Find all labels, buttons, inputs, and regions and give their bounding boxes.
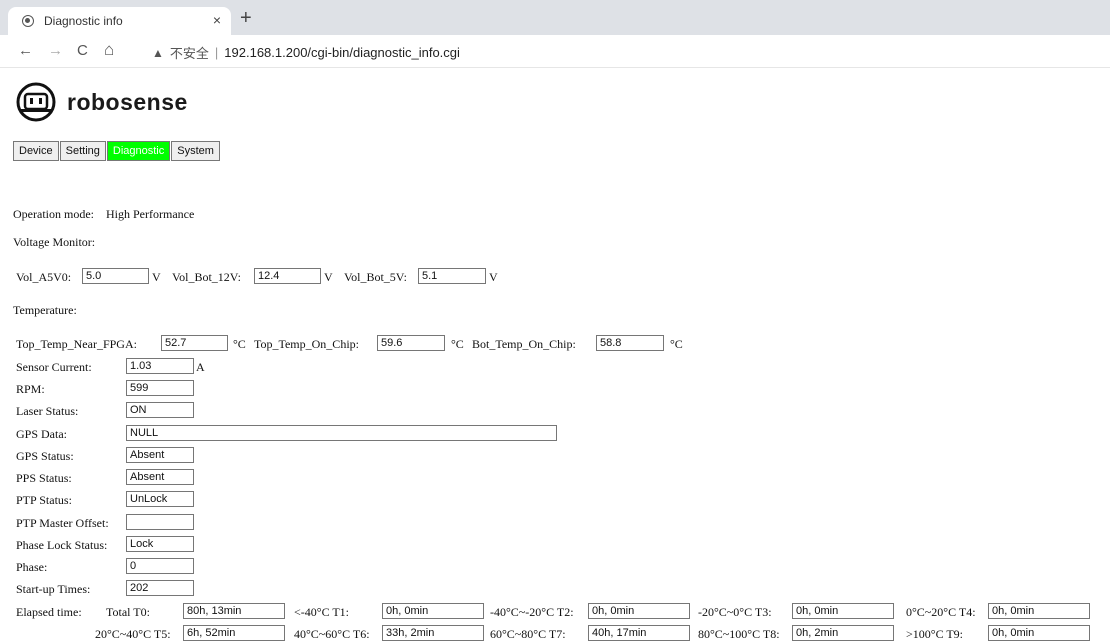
t0-label: Total T0: bbox=[106, 605, 150, 619]
t9-field[interactable]: 0h, 0min bbox=[988, 625, 1090, 641]
home-icon[interactable]: ⌂ bbox=[104, 40, 114, 60]
temp-near-fpga-label: Top_Temp_Near_FPGA: bbox=[16, 337, 137, 351]
temp-near-fpga-field[interactable]: 52.7 bbox=[161, 335, 228, 351]
sensor-current-field[interactable]: 1.03 bbox=[126, 358, 194, 374]
temp-top-chip-field[interactable]: 59.6 bbox=[377, 335, 445, 351]
t0-field[interactable]: 80h, 13min bbox=[183, 603, 285, 619]
browser-tab-bar: Diagnostic info × + bbox=[0, 0, 1110, 35]
robot-face-icon bbox=[16, 82, 56, 122]
t2-field[interactable]: 0h, 0min bbox=[588, 603, 690, 619]
tab-system[interactable]: System bbox=[171, 141, 220, 161]
operation-mode-value: High Performance bbox=[106, 207, 195, 221]
gps-data-field[interactable]: NULL bbox=[126, 425, 557, 441]
rpm-field[interactable]: 599 bbox=[126, 380, 194, 396]
t6-field[interactable]: 33h, 2min bbox=[382, 625, 484, 641]
pps-status-field[interactable]: Absent bbox=[126, 469, 194, 485]
t3-field[interactable]: 0h, 0min bbox=[792, 603, 894, 619]
temp-bot-chip-unit: °C bbox=[670, 337, 683, 351]
t6-label: 40°C~60°C T6: bbox=[294, 627, 370, 641]
phase-label: Phase: bbox=[16, 560, 48, 574]
t3-label: -20°C~0°C T3: bbox=[698, 605, 772, 619]
ptp-master-offset-field[interactable] bbox=[126, 514, 194, 530]
t1-field[interactable]: 0h, 0min bbox=[382, 603, 484, 619]
tab-title: Diagnostic info bbox=[44, 14, 123, 28]
temp-bot-chip-label: Bot_Temp_On_Chip: bbox=[472, 337, 576, 351]
gps-data-label: GPS Data: bbox=[16, 427, 67, 441]
t1-label: <-40°C T1: bbox=[294, 605, 350, 619]
vol-a5v0-field[interactable]: 5.0 bbox=[82, 268, 149, 284]
vol-bot12-label: Vol_Bot_12V: bbox=[172, 270, 241, 284]
new-tab-icon[interactable]: + bbox=[240, 7, 252, 30]
url-separator: | bbox=[214, 45, 219, 60]
vol-bot12-unit: V bbox=[324, 270, 333, 284]
laser-status-field[interactable]: ON bbox=[126, 402, 194, 418]
temperature-title: Temperature: bbox=[13, 303, 77, 317]
vol-bot5-label: Vol_Bot_5V: bbox=[344, 270, 407, 284]
t9-label: >100°C T9: bbox=[906, 627, 964, 641]
vol-a5v0-label: Vol_A5V0: bbox=[16, 270, 72, 284]
ptp-status-label: PTP Status: bbox=[16, 493, 72, 507]
gps-status-field[interactable]: Absent bbox=[126, 447, 194, 463]
laser-status-label: Laser Status: bbox=[16, 404, 79, 418]
elapsed-time-title: Elapsed time: bbox=[16, 605, 82, 619]
reload-icon[interactable]: C bbox=[77, 42, 88, 59]
sensor-current-unit: A bbox=[196, 360, 205, 374]
close-tab-icon[interactable]: × bbox=[213, 12, 221, 28]
temp-bot-chip-field[interactable]: 58.8 bbox=[596, 335, 664, 351]
url-field[interactable]: ▲ 不安全 | 192.168.1.200/cgi-bin/diagnostic… bbox=[152, 43, 460, 62]
t7-label: 60°C~80°C T7: bbox=[490, 627, 566, 641]
vol-bot12-field[interactable]: 12.4 bbox=[254, 268, 321, 284]
rpm-label: RPM: bbox=[16, 382, 45, 396]
phase-lock-status-field[interactable]: Lock bbox=[126, 536, 194, 552]
startup-times-label: Start-up Times: bbox=[16, 582, 91, 596]
temp-near-fpga-unit: °C bbox=[233, 337, 246, 351]
t4-label: 0°C~20°C T4: bbox=[906, 605, 976, 619]
voltage-monitor-title: Voltage Monitor: bbox=[13, 235, 96, 249]
tab-device[interactable]: Device bbox=[13, 141, 59, 161]
t8-label: 80°C~100°C T8: bbox=[698, 627, 780, 641]
url-text: 192.168.1.200/cgi-bin/diagnostic_info.cg… bbox=[224, 45, 460, 60]
temp-top-chip-label: Top_Temp_On_Chip: bbox=[254, 337, 359, 351]
gps-status-label: GPS Status: bbox=[16, 449, 74, 463]
forward-icon[interactable]: → bbox=[48, 42, 63, 59]
ptp-master-offset-label: PTP Master Offset: bbox=[16, 516, 109, 530]
sensor-current-label: Sensor Current: bbox=[16, 360, 92, 374]
robosense-logo: robosense bbox=[13, 82, 188, 122]
tab-diagnostic[interactable]: Diagnostic bbox=[106, 141, 171, 161]
warning-icon: ▲ bbox=[152, 45, 164, 60]
t5-field[interactable]: 6h, 52min bbox=[183, 625, 285, 641]
tab-setting[interactable]: Setting bbox=[59, 141, 106, 161]
t5-label: 20°C~40°C T5: bbox=[95, 627, 171, 641]
back-icon[interactable]: ← bbox=[18, 42, 33, 59]
startup-times-field[interactable]: 202 bbox=[126, 580, 194, 596]
vol-bot5-unit: V bbox=[489, 270, 498, 284]
t8-field[interactable]: 0h, 2min bbox=[792, 625, 894, 641]
address-bar-row: ← → C ⌂ ▲ 不安全 | 192.168.1.200/cgi-bin/di… bbox=[0, 35, 1110, 68]
temp-top-chip-unit: °C bbox=[451, 337, 464, 351]
t4-field[interactable]: 0h, 0min bbox=[988, 603, 1090, 619]
browser-tab[interactable]: Diagnostic info × bbox=[8, 7, 231, 35]
phase-lock-status-label: Phase Lock Status: bbox=[16, 538, 108, 552]
t2-label: -40°C~-20°C T2: bbox=[490, 605, 574, 619]
logo-text: robosense bbox=[67, 88, 188, 115]
operation-mode-label: Operation mode: bbox=[13, 207, 94, 221]
t7-field[interactable]: 40h, 17min bbox=[588, 625, 690, 641]
ptp-status-field[interactable]: UnLock bbox=[126, 491, 194, 507]
vol-a5v0-unit: V bbox=[152, 270, 161, 284]
insecure-label: 不安全 bbox=[169, 46, 209, 61]
nav-tabs: Device Setting Diagnostic System bbox=[13, 141, 221, 161]
pps-status-label: PPS Status: bbox=[16, 471, 72, 485]
vol-bot5-field[interactable]: 5.1 bbox=[418, 268, 486, 284]
globe-icon bbox=[22, 15, 34, 27]
phase-field[interactable]: 0 bbox=[126, 558, 194, 574]
